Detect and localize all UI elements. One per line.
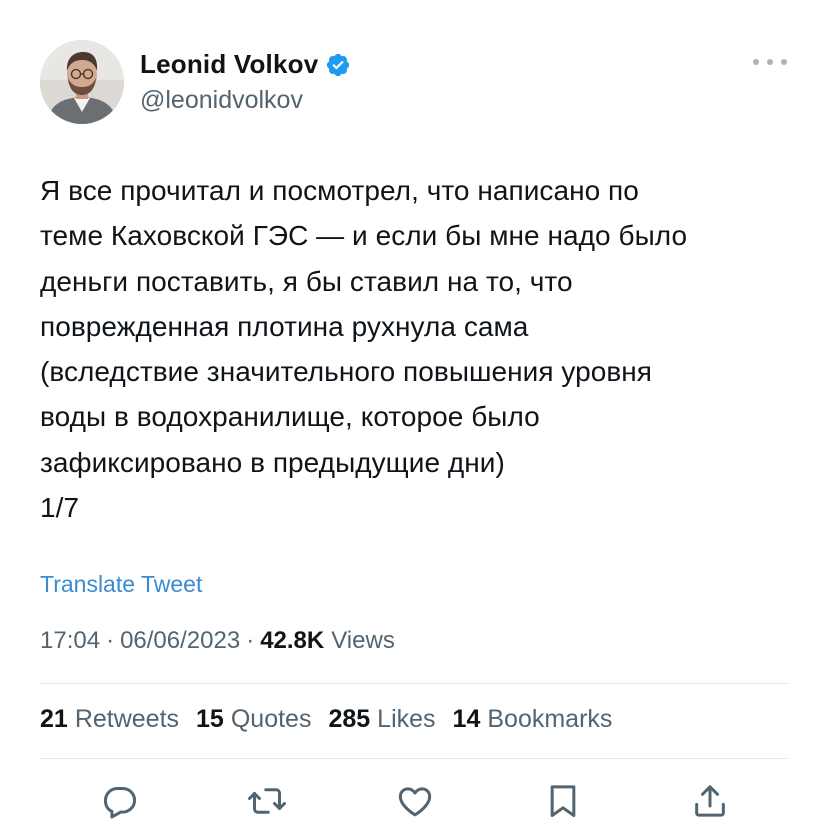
like-button[interactable] (393, 779, 437, 823)
more-options-icon[interactable] (753, 52, 787, 72)
retweets-label: Retweets (74, 705, 180, 733)
retweet-icon (248, 788, 286, 814)
translate-tweet-link[interactable]: Translate Tweet (40, 571, 202, 598)
retweets-stat[interactable]: 21 Retweets (40, 705, 179, 734)
bookmarks-label: Bookmarks (487, 705, 613, 733)
bookmarks-count: 14 (452, 705, 481, 733)
verified-badge-icon[interactable] (325, 52, 351, 78)
meta-separator: · (106, 627, 115, 654)
share-icon (695, 785, 725, 817)
tweet-detail: Leonid Volkov @leonidvolkov Я все прочит… (0, 0, 828, 837)
tweet-meta: 17:04 · 06/06/2023 · 42.8K Views (40, 627, 395, 655)
bookmarks-stat[interactable]: 14 Bookmarks (453, 705, 613, 734)
likes-label: Likes (377, 705, 436, 733)
tweet-date[interactable]: 06/06/2023 (120, 627, 240, 655)
avatar-photo (40, 40, 124, 124)
quotes-count: 15 (196, 705, 224, 733)
quotes-label: Quotes (230, 705, 312, 733)
author-handle[interactable]: @leonidvolkov (140, 86, 303, 115)
author-name-row: Leonid Volkov (140, 49, 351, 80)
bookmark-icon (550, 785, 576, 817)
divider (40, 758, 788, 759)
share-button[interactable] (688, 779, 732, 823)
reply-icon (103, 787, 137, 819)
author-name[interactable]: Leonid Volkov (140, 49, 318, 80)
views-label: Views (331, 627, 395, 654)
views-count: 42.8K (260, 627, 325, 654)
bookmark-button[interactable] (541, 779, 585, 823)
like-icon (398, 787, 432, 817)
avatar[interactable] (40, 40, 124, 124)
meta-separator: · (246, 627, 255, 654)
tweet-time[interactable]: 17:04 (40, 627, 100, 655)
engagement-stats: 21 Retweets 15 Quotes 285 Likes 14 Bookm… (40, 705, 629, 734)
likes-stat[interactable]: 285 Likes (328, 705, 435, 734)
quotes-stat[interactable]: 15 Quotes (196, 705, 311, 734)
divider (40, 683, 788, 684)
retweet-button[interactable] (245, 779, 289, 823)
likes-count: 285 (328, 705, 371, 733)
reply-button[interactable] (98, 779, 142, 823)
retweets-count: 21 (40, 705, 68, 733)
tweet-text: Я все прочитал и посмотрел, что написано… (40, 175, 688, 524)
